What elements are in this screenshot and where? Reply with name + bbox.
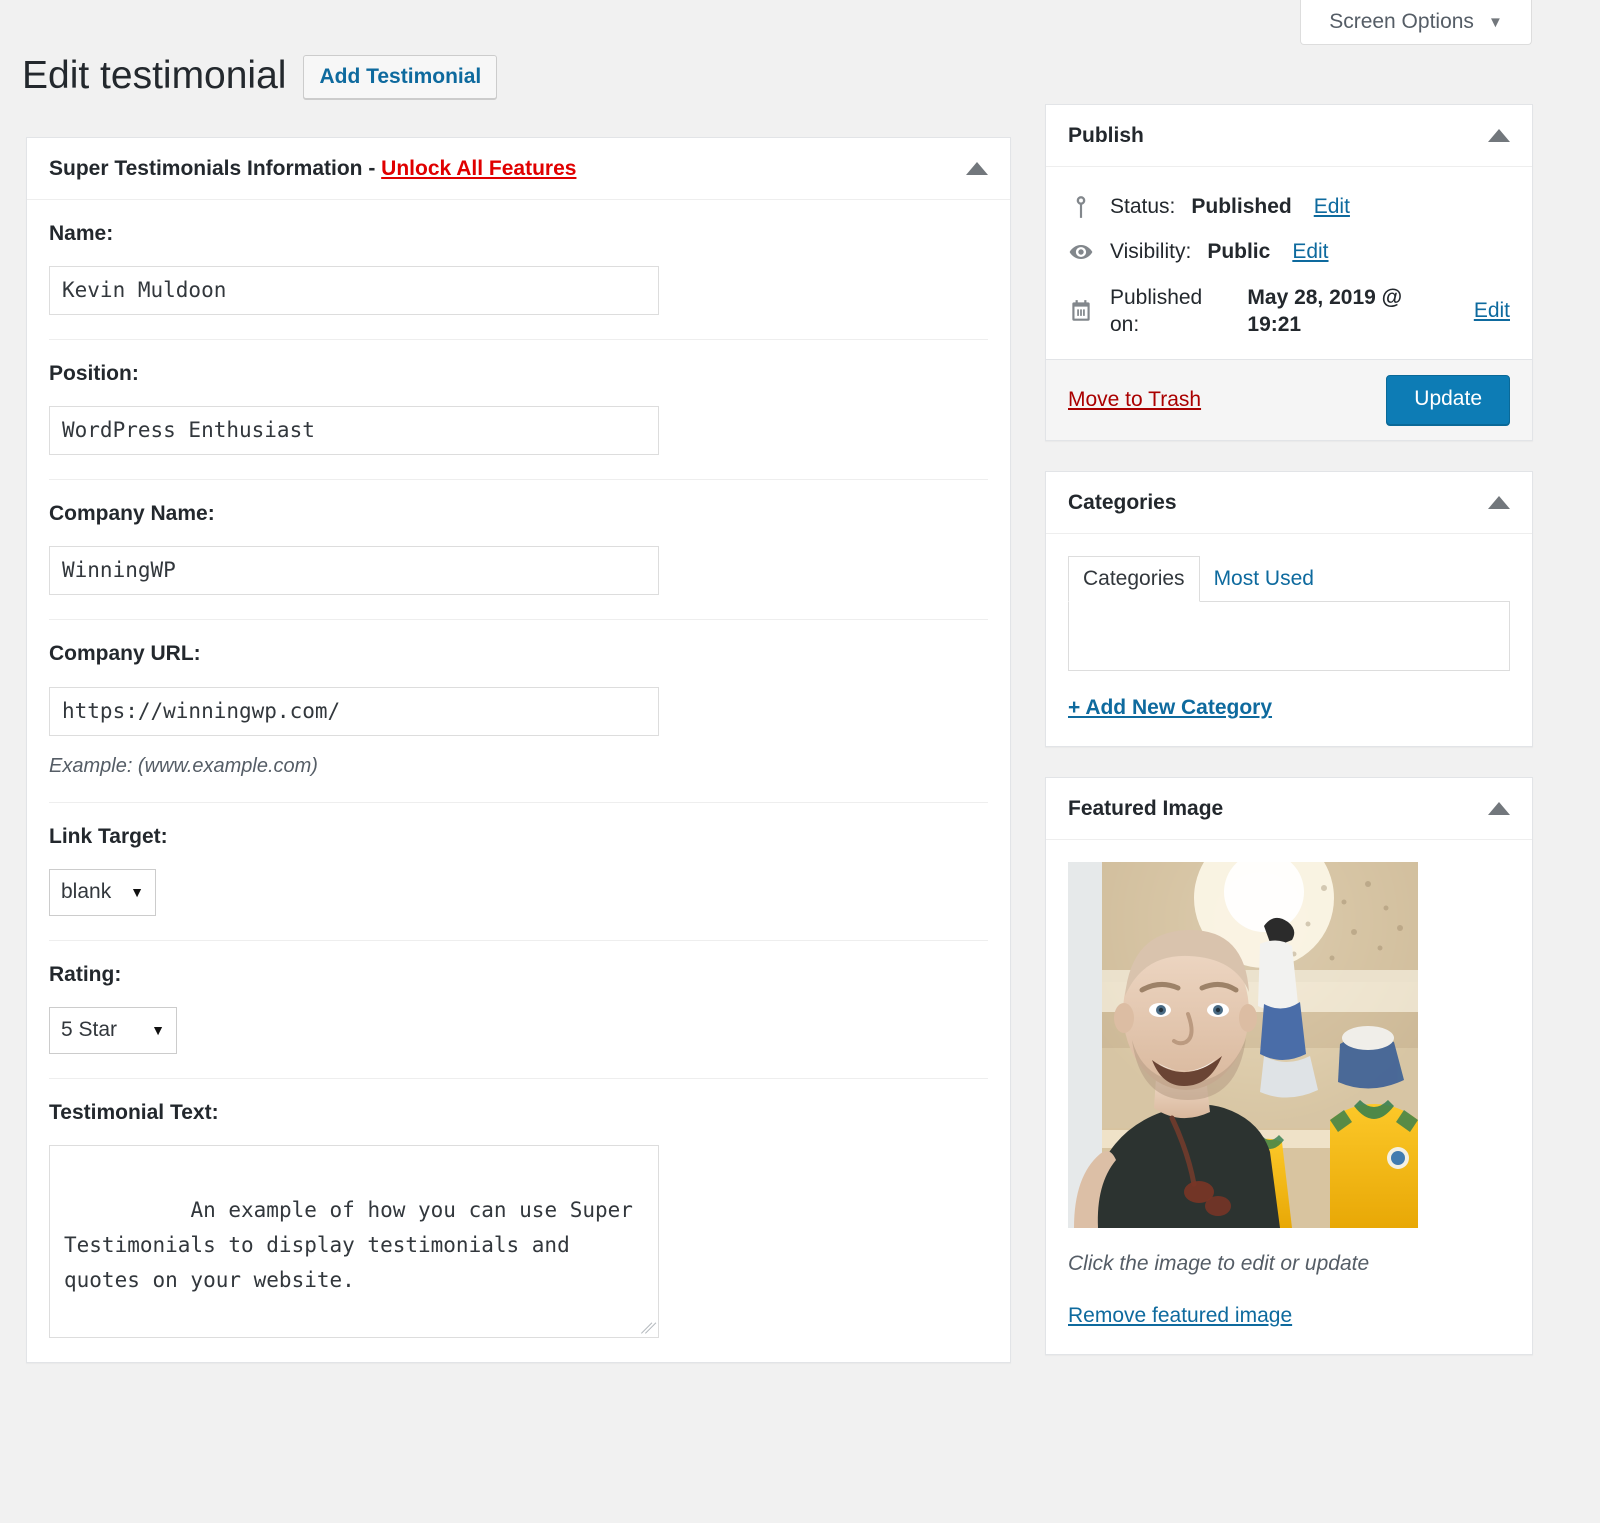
screen-options-button[interactable]: Screen Options ▼ [1300, 0, 1532, 45]
page-header: Edit testimonial Add Testimonial [22, 28, 498, 125]
status-label: Status: [1110, 195, 1176, 219]
categories-metabox: Categories Categories Most Used + Add Ne… [1045, 470, 1533, 747]
rating-label: Rating: [49, 962, 122, 986]
add-new-category-link[interactable]: + Add New Category [1068, 696, 1272, 720]
featured-image-title: Featured Image [1068, 796, 1224, 820]
publish-title: Publish [1068, 124, 1144, 147]
featured-image-thumbnail[interactable] [1068, 862, 1418, 1229]
testimonial-text-textarea[interactable]: An example of how you can use Super Test… [49, 1144, 659, 1338]
name-label: Name: [49, 222, 114, 246]
publish-metabox-header: Publish [1046, 105, 1532, 168]
field-row-rating: Rating: 5 Star ▼ [49, 941, 988, 1079]
featured-image-body: Click the image to edit or update Remove… [1046, 840, 1532, 1354]
calendar-icon [1072, 300, 1090, 321]
chevron-down-icon: ▼ [130, 884, 144, 901]
tab-categories[interactable]: Categories [1068, 555, 1200, 602]
pin-icon [1076, 195, 1086, 218]
company-url-label: Company URL: [49, 642, 201, 666]
super-testimonials-metabox: Super Testimonials Information - Unlock … [26, 137, 1011, 1363]
move-to-trash-link[interactable]: Move to Trash [1068, 388, 1201, 412]
collapse-up-icon[interactable] [1488, 802, 1510, 816]
side-column: Publish Status: Published Edit Visibilit… [1045, 104, 1533, 1385]
link-target-label: Link Target: [49, 824, 168, 848]
categories-body: Categories Most Used + Add New Category [1046, 534, 1532, 746]
field-row-company-url: Company URL: https://winningwp.com/ Exam… [49, 620, 988, 803]
categories-metabox-header: Categories [1046, 472, 1532, 534]
field-row-testimonial-text: Testimonial Text: An example of how you … [49, 1079, 988, 1362]
visibility-label: Visibility: [1110, 240, 1192, 264]
name-input[interactable]: Kevin Muldoon [49, 266, 659, 316]
field-row-company-name: Company Name: WinningWP [49, 480, 988, 621]
remove-featured-image-link[interactable]: Remove featured image [1068, 1304, 1292, 1328]
add-testimonial-button[interactable]: Add Testimonial [303, 54, 498, 99]
featured-image-caption: Click the image to edit or update [1068, 1252, 1370, 1276]
company-name-input[interactable]: WinningWP [49, 546, 659, 596]
status-value: Published [1191, 195, 1292, 219]
publish-metabox: Publish Status: Published Edit Visibilit… [1045, 104, 1533, 441]
collapse-up-icon[interactable] [1488, 129, 1510, 143]
position-input[interactable]: WordPress Enthusiast [49, 406, 659, 456]
publish-row-status: Status: Published Edit [1068, 184, 1510, 229]
super-testimonials-form: Name: Kevin Muldoon Position: WordPress … [27, 200, 1010, 1362]
title-separator: - [368, 157, 376, 180]
publish-row-visibility: Visibility: Public Edit [1068, 229, 1510, 274]
rating-select[interactable]: 5 Star ▼ [49, 1006, 177, 1054]
collapse-up-icon[interactable] [966, 162, 988, 176]
field-row-link-target: Link Target: blank ▼ [49, 803, 988, 941]
unlock-all-features-link[interactable]: Unlock All Features [381, 157, 576, 180]
testimonial-text-label: Testimonial Text: [49, 1100, 219, 1124]
company-url-help: Example: (www.example.com) [49, 754, 318, 777]
link-target-value: blank [61, 880, 112, 904]
company-url-input[interactable]: https://winningwp.com/ [49, 686, 659, 736]
position-label: Position: [49, 362, 139, 386]
screen-options-label: Screen Options [1329, 10, 1474, 33]
update-button[interactable]: Update [1386, 375, 1510, 425]
resize-handle-icon[interactable] [640, 1320, 654, 1334]
visibility-edit-link[interactable]: Edit [1292, 238, 1328, 265]
featured-image-metabox-header: Featured Image [1046, 778, 1532, 841]
link-target-select[interactable]: blank ▼ [49, 868, 156, 916]
publish-actions: Move to Trash Update [1046, 359, 1532, 440]
collapse-up-icon[interactable] [1488, 495, 1510, 509]
field-row-position: Position: WordPress Enthusiast [49, 340, 988, 481]
visibility-value: Public [1207, 240, 1271, 264]
page-title: Edit testimonial [22, 54, 287, 98]
rating-value: 5 Star [61, 1018, 118, 1042]
field-row-name: Name: Kevin Muldoon [49, 200, 988, 341]
super-testimonials-title-text: Super Testimonials Information [49, 157, 363, 180]
categories-checklist[interactable] [1068, 600, 1510, 671]
company-name-label: Company Name: [49, 502, 215, 526]
main-column: Super Testimonials Information - Unlock … [26, 137, 1011, 1393]
featured-image-metabox: Featured Image Click the image to edit o… [1045, 776, 1533, 1356]
categories-title: Categories [1068, 490, 1177, 514]
chevron-down-icon: ▼ [151, 1022, 165, 1039]
publish-row-published-on: Published on: May 28, 2019 @ 19:21 Edit [1068, 275, 1510, 348]
publish-status-list: Status: Published Edit Visibility: Publi… [1046, 167, 1532, 359]
published-on-value: May 28, 2019 @ 19:21 [1247, 285, 1403, 337]
eye-icon [1069, 245, 1093, 260]
super-testimonials-title: Super Testimonials Information - Unlock … [49, 156, 576, 181]
tab-most-used[interactable]: Most Used [1200, 557, 1328, 601]
testimonial-text-value: An example of how you can use Super Test… [64, 1197, 646, 1292]
published-on-label: Published on: [1110, 285, 1203, 337]
chevron-down-icon: ▼ [1487, 13, 1503, 31]
super-testimonials-metabox-header: Super Testimonials Information - Unlock … [27, 138, 1010, 201]
categories-tabs: Categories Most Used [1068, 555, 1510, 602]
published-on-edit-link[interactable]: Edit [1474, 297, 1510, 324]
status-edit-link[interactable]: Edit [1314, 193, 1350, 220]
